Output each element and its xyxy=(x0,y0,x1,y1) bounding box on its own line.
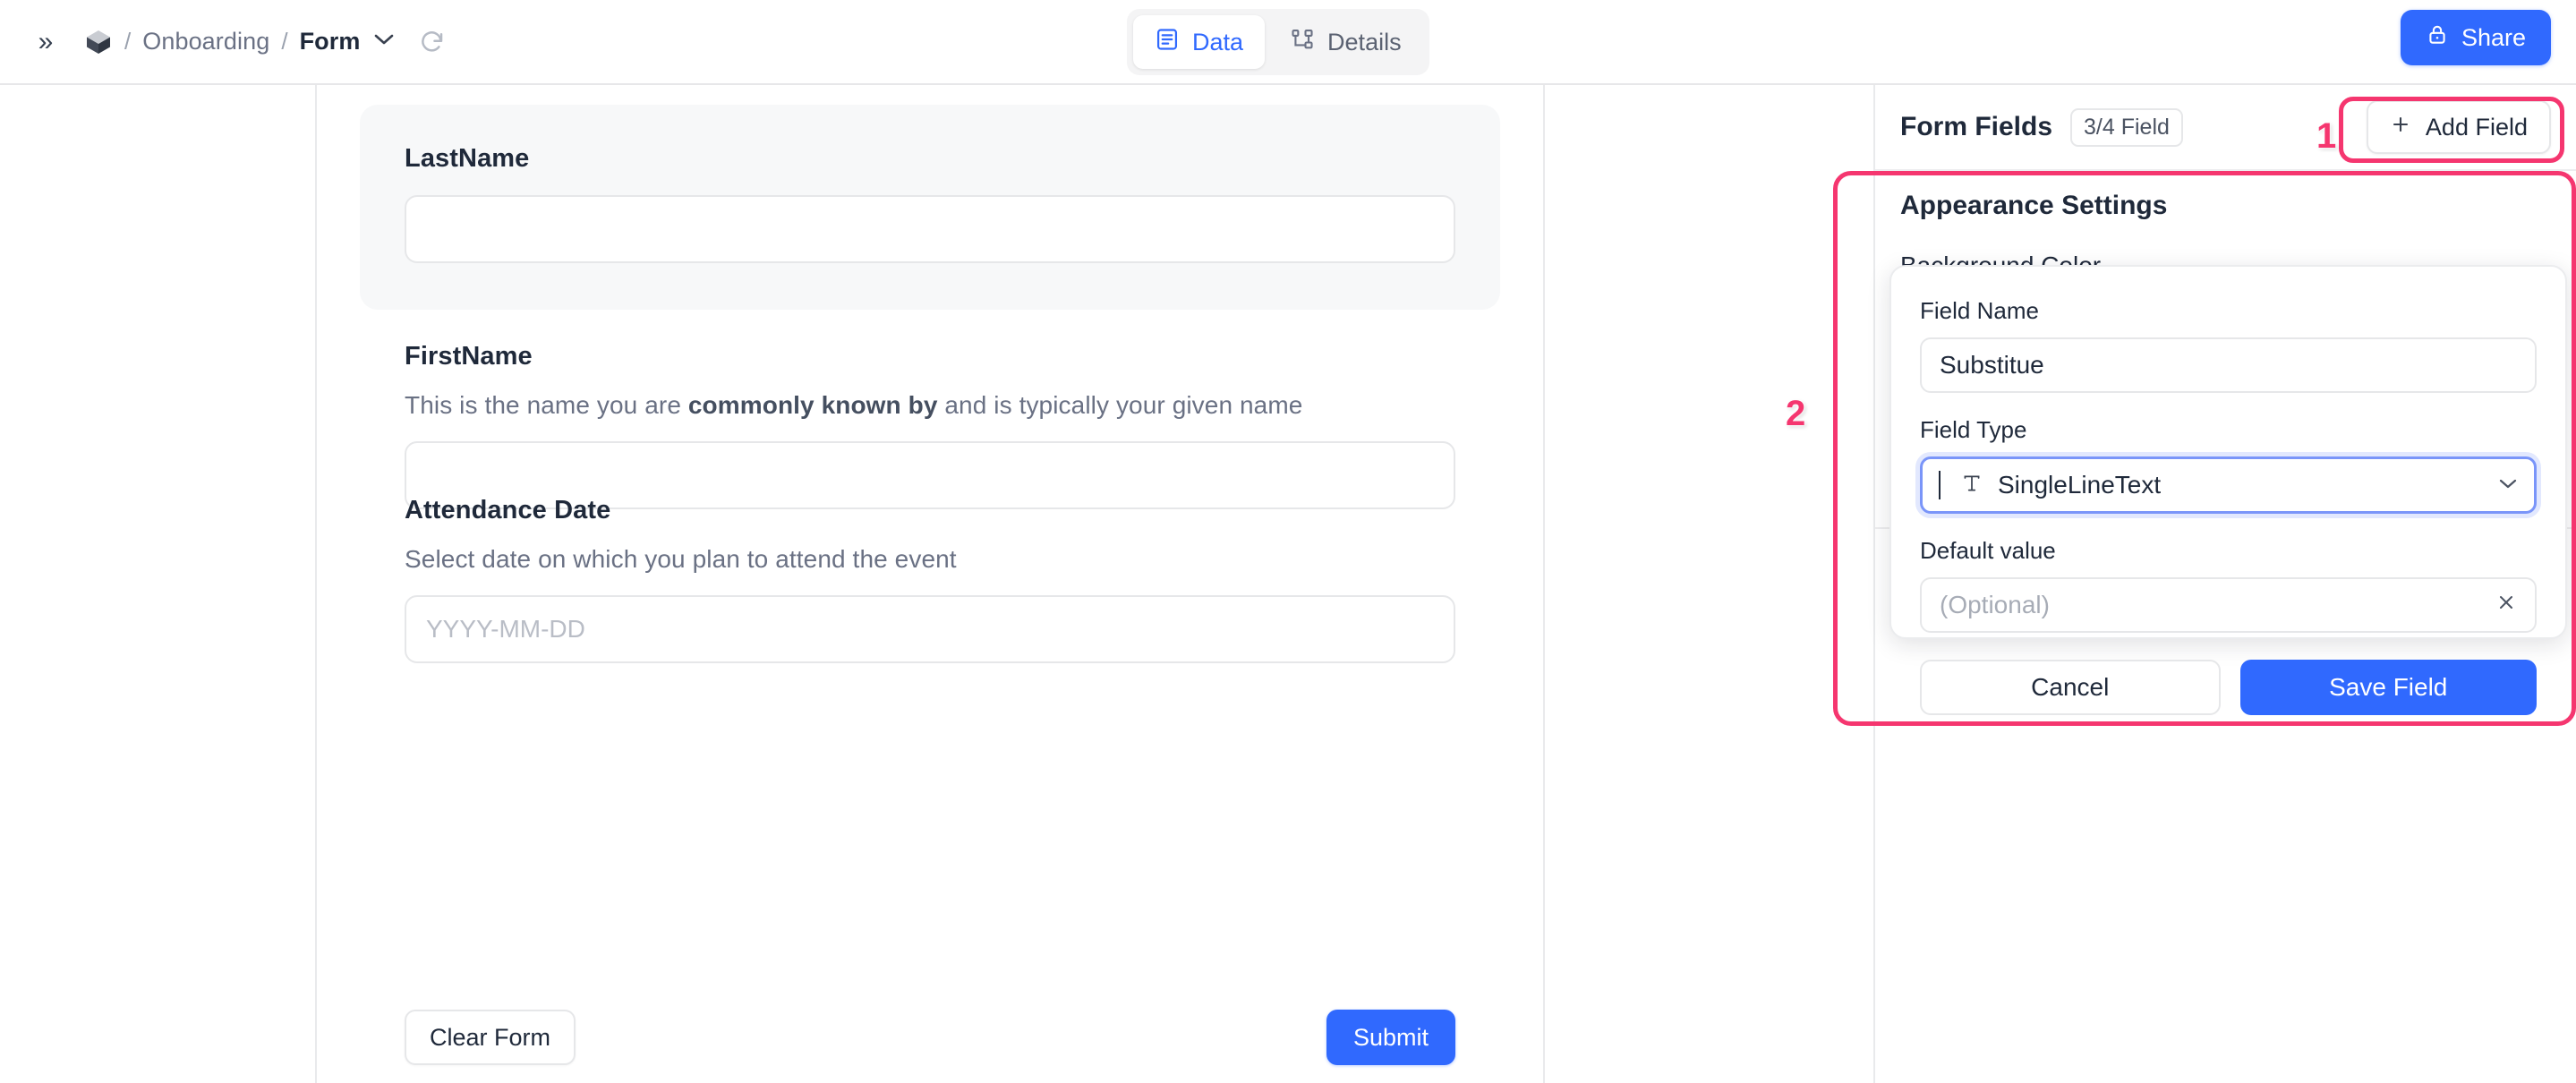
breadcrumb-separator-1: / xyxy=(124,28,132,55)
cancel-button[interactable]: Cancel xyxy=(1920,660,2221,715)
view-mode-tabs: Data Details xyxy=(1127,9,1429,75)
desc-prefix: This is the name you are xyxy=(405,391,688,419)
default-value-placeholder: (Optional) xyxy=(1940,591,2050,618)
field-label: Attendance Date xyxy=(405,496,611,524)
save-field-button[interactable]: Save Field xyxy=(2239,660,2537,715)
tab-data[interactable]: Data xyxy=(1133,15,1266,69)
schema-details-icon xyxy=(1290,27,1315,58)
appearance-settings-title: Appearance Settings xyxy=(1900,191,2168,220)
data-grid-icon xyxy=(1155,27,1180,58)
field-type-select[interactable]: SingleLineText xyxy=(1920,456,2537,514)
field-edit-dialog: Field Name Field Type SingleLineText Def… xyxy=(1889,265,2567,715)
field-type-value: SingleLineText xyxy=(1998,471,2162,499)
breadcrumb-separator-2: / xyxy=(281,28,288,55)
body-area: LastName FirstName This is the name you … xyxy=(0,85,2576,1083)
default-value-field[interactable]: (Optional) xyxy=(1920,577,2537,633)
page-title: Form Fields xyxy=(1900,112,2053,141)
field-description: Select date on which you plan to attend … xyxy=(405,545,957,573)
plus-icon xyxy=(2390,114,2411,141)
default-value-label: Default value xyxy=(1920,537,2056,564)
reload-icon[interactable] xyxy=(419,29,446,55)
tab-details[interactable]: Details xyxy=(1268,15,1423,69)
form-field-firstname[interactable]: FirstName This is the name you are commo… xyxy=(360,342,1500,509)
form-field-lastname[interactable]: LastName xyxy=(360,105,1500,310)
desc-bold: commonly known by xyxy=(687,391,938,419)
form-actions: Clear Form Submit xyxy=(360,1010,1500,1065)
single-line-text-icon xyxy=(1960,472,1983,499)
field-count-badge: 3/4 Field xyxy=(2070,107,2183,147)
lock-icon xyxy=(2426,23,2449,53)
field-type-label: Field Type xyxy=(1920,416,2027,443)
add-field-button[interactable]: Add Field xyxy=(2366,100,2551,154)
share-button-label: Share xyxy=(2461,23,2526,51)
form-canvas: LastName FirstName This is the name you … xyxy=(317,85,1543,1083)
field-name-input[interactable] xyxy=(1920,337,2537,393)
breadcrumb-project[interactable]: Onboarding xyxy=(142,28,269,55)
tab-details-label: Details xyxy=(1327,28,1402,55)
chevron-down-icon[interactable] xyxy=(374,30,394,51)
field-label: FirstName xyxy=(405,342,533,371)
dialog-buttons: Cancel Save Field xyxy=(1920,660,2537,715)
text-cursor xyxy=(1939,471,1946,499)
clear-form-button[interactable]: Clear Form xyxy=(405,1010,576,1065)
expand-sidebar-icon[interactable]: » xyxy=(27,23,64,61)
add-field-label: Add Field xyxy=(2425,113,2528,141)
close-icon[interactable] xyxy=(2495,591,2517,619)
attendance-date-input[interactable] xyxy=(405,595,1455,663)
right-divider xyxy=(1543,85,1545,1083)
top-bar: » / Onboarding / Form Data Details Share xyxy=(0,0,2576,85)
breadcrumb: / Onboarding / Form xyxy=(84,28,446,56)
chevron-down-icon[interactable] xyxy=(2498,477,2518,494)
submit-button[interactable]: Submit xyxy=(1326,1010,1455,1065)
field-name-label: Field Name xyxy=(1920,297,2039,324)
lastname-input[interactable] xyxy=(405,195,1455,263)
form-fields-header: Form Fields 3/4 Field Add Field xyxy=(1875,85,2576,171)
breadcrumb-view[interactable]: Form xyxy=(300,28,361,55)
base-logo-icon xyxy=(84,28,113,56)
field-label: LastName xyxy=(405,144,530,173)
form-field-attendance-date[interactable]: Attendance Date Select date on which you… xyxy=(360,496,1500,663)
desc-suffix: and is typically your given name xyxy=(937,391,1303,419)
field-description: This is the name you are commonly known … xyxy=(405,391,1455,420)
share-button[interactable]: Share xyxy=(2400,10,2551,65)
tab-data-label: Data xyxy=(1192,28,1244,55)
